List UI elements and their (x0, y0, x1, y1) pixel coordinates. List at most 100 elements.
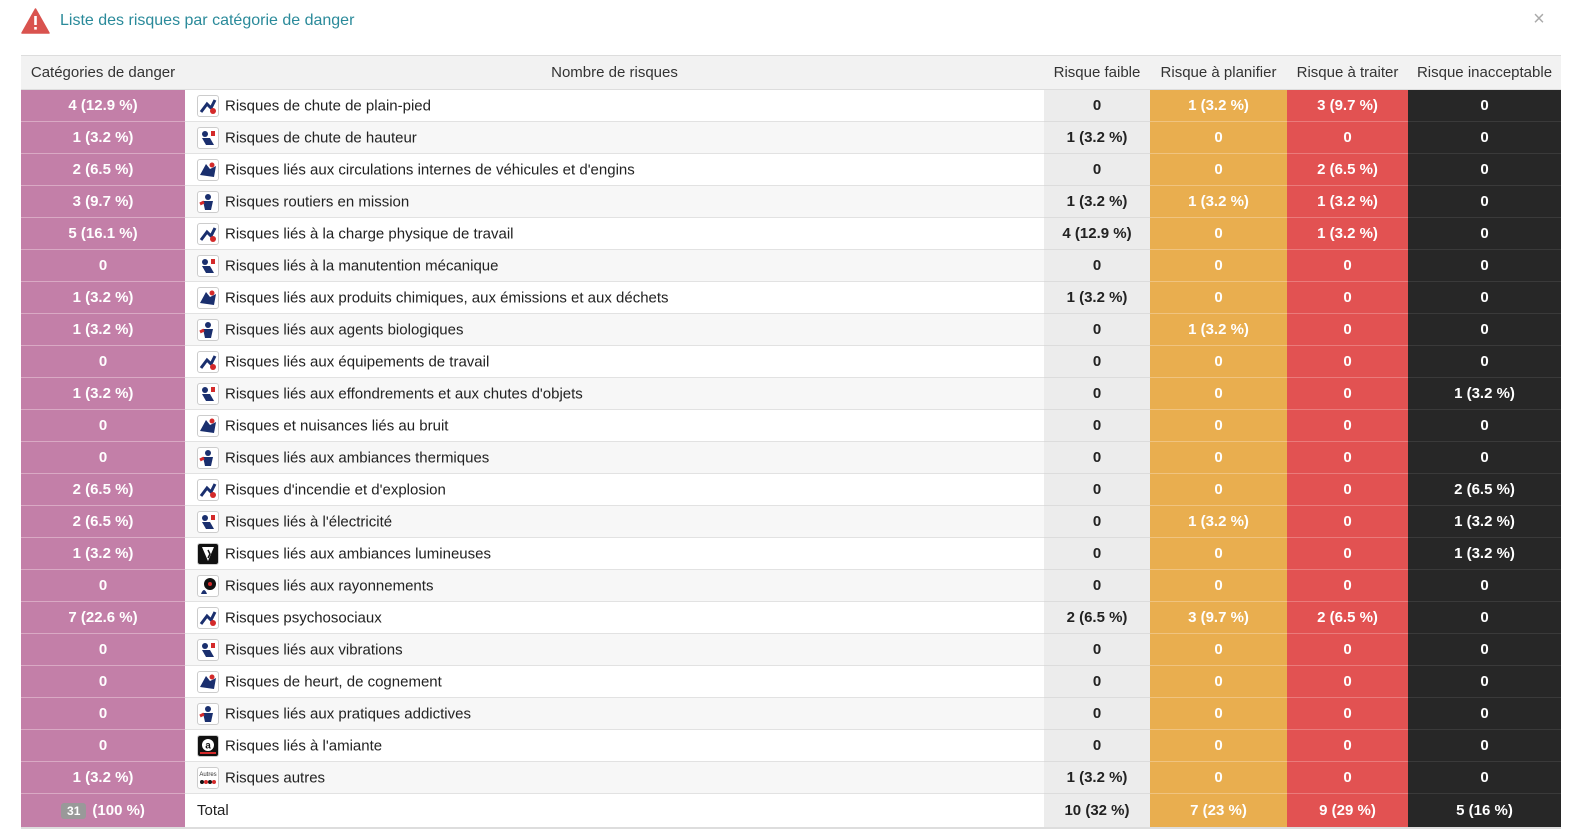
table-row[interactable]: 1 (3.2 %) Autres Risques autres 1 (3.2 %) 0 0… (21, 761, 1561, 794)
risk-low: 0 (1044, 89, 1150, 122)
table-row[interactable]: 2 (6.5 %) Risques liés aux circulations i… (21, 153, 1561, 186)
risk-unacceptable: 0 (1408, 249, 1561, 282)
risk-plan: 0 (1150, 537, 1287, 570)
column-header-treat[interactable]: Risque à traiter (1287, 55, 1408, 90)
risk-unacceptable: 1 (3.2 %) (1408, 377, 1561, 410)
risk-name: Risques liés aux produits chimiques, aux… (225, 289, 669, 306)
risk-name-cell[interactable]: Risques liés aux circulations internes d… (185, 153, 1044, 186)
risk-name-cell[interactable]: Risques routiers en mission (185, 185, 1044, 218)
risk-unacceptable: 0 (1408, 569, 1561, 602)
category-count: 0 (21, 569, 185, 602)
category-count: 7 (22.6 %) (21, 601, 185, 634)
category-count: 1 (3.2 %) (21, 121, 185, 154)
risk-name-cell[interactable]: Risques liés à l'électricité (185, 505, 1044, 538)
risk-low: 0 (1044, 249, 1150, 282)
risk-name-cell[interactable]: Risques liés aux pratiques addictives (185, 697, 1044, 730)
risk-plan: 0 (1150, 473, 1287, 506)
risk-treat: 0 (1287, 505, 1408, 538)
table-row[interactable]: 0 Risques de heurt, de cognement 0 0 0 0 (21, 665, 1561, 698)
table-row[interactable]: 1 (3.2 %) Risques liés aux produits chimi… (21, 281, 1561, 314)
category-count: 5 (16.1 %) (21, 217, 185, 250)
total-unacceptable: 5 (16 %) (1408, 793, 1561, 829)
column-header-categories[interactable]: Catégories de danger (21, 55, 185, 90)
table-row[interactable]: 0 Risques liés à la manutention mécanique… (21, 249, 1561, 282)
risk-name-cell[interactable]: Risques liés aux produits chimiques, aux… (185, 281, 1044, 314)
risk-unacceptable: 0 (1408, 761, 1561, 794)
risk-plan: 0 (1150, 281, 1287, 314)
physical-load-icon (197, 222, 219, 245)
category-count: 1 (3.2 %) (21, 761, 185, 794)
risk-name-cell[interactable]: Risques liés à la manutention mécanique (185, 249, 1044, 282)
table-row[interactable]: 0 a Risques liés à l'amiante 0 0 0 0 (21, 729, 1561, 762)
category-count: 2 (6.5 %) (21, 505, 185, 538)
risk-unacceptable: 0 (1408, 697, 1561, 730)
table-row[interactable]: 3 (9.7 %) Risques routiers en mission 1 (3… (21, 185, 1561, 218)
table-row[interactable]: 0 Risques liés aux équipements de travail… (21, 345, 1561, 378)
risk-name-cell[interactable]: Risques liés aux effondrements et aux ch… (185, 377, 1044, 410)
risk-name: Risques routiers en mission (225, 193, 410, 210)
risk-name-cell[interactable]: Risques de chute de plain-pied (185, 89, 1044, 122)
risk-treat: 0 (1287, 537, 1408, 570)
slip-fall-icon (197, 94, 219, 117)
risk-name: Risques liés aux agents biologiques (225, 321, 464, 338)
column-header-name[interactable]: Nombre de risques (185, 55, 1044, 90)
risk-name-cell[interactable]: Autres Risques autres (185, 761, 1044, 794)
risk-name-cell[interactable]: Risques de heurt, de cognement (185, 665, 1044, 698)
lighting-icon (197, 542, 219, 565)
risk-name: Risques de chute de hauteur (225, 129, 417, 146)
table-row[interactable]: 2 (6.5 %) Risques d'incendie et d'explosi… (21, 473, 1561, 506)
electricity-icon (197, 510, 219, 533)
risk-name-cell[interactable]: Risques liés aux équipements de travail (185, 345, 1044, 378)
risk-name-cell[interactable]: Risques liés à la charge physique de tra… (185, 217, 1044, 250)
risk-low: 0 (1044, 313, 1150, 346)
risk-name-cell[interactable]: Risques liés aux ambiances lumineuses (185, 537, 1044, 570)
risk-name-cell[interactable]: Risques et nuisances liés au bruit (185, 409, 1044, 442)
table-row[interactable]: 2 (6.5 %) Risques liés à l'électricité 0 1 … (21, 505, 1561, 538)
psychosocial-icon (197, 606, 219, 629)
risk-low: 0 (1044, 441, 1150, 474)
category-count: 0 (21, 697, 185, 730)
biological-agent-icon (197, 318, 219, 341)
column-header-plan[interactable]: Risque à planifier (1150, 55, 1287, 90)
risk-name-cell[interactable]: a Risques liés à l'amiante (185, 729, 1044, 762)
risk-name-cell[interactable]: Risques psychosociaux (185, 601, 1044, 634)
table-row[interactable]: 0 Risques liés aux pratiques addictives 0 0… (21, 697, 1561, 730)
radiation-icon (197, 574, 219, 597)
column-header-low[interactable]: Risque faible (1044, 55, 1150, 90)
category-count: 0 (21, 729, 185, 762)
table-row[interactable]: 1 (3.2 %) Risques liés aux effondrements … (21, 377, 1561, 410)
risk-name-cell[interactable]: Risques liés aux rayonnements (185, 569, 1044, 602)
risk-unacceptable: 0 (1408, 729, 1561, 762)
table-row[interactable]: 1 (3.2 %) Risques de chute de hauteur 1 (3… (21, 121, 1561, 154)
risk-name: Risques psychosociaux (225, 609, 382, 626)
risk-plan: 0 (1150, 633, 1287, 666)
risk-unacceptable: 1 (3.2 %) (1408, 505, 1561, 538)
risk-name-cell[interactable]: Risques d'incendie et d'explosion (185, 473, 1044, 506)
vibration-icon (197, 638, 219, 661)
category-count: 0 (21, 249, 185, 282)
column-header-unacceptable[interactable]: Risque inacceptable (1408, 55, 1561, 90)
risk-name-cell[interactable]: Risques liés aux ambiances thermiques (185, 441, 1044, 474)
risk-treat: 0 (1287, 761, 1408, 794)
table-row[interactable]: 5 (16.1 %) Risques liés à la charge physi… (21, 217, 1561, 250)
table-row[interactable]: 1 (3.2 %) Risques liés aux agents biologi… (21, 313, 1561, 346)
table-row[interactable]: 4 (12.9 %) Risques de chute de plain-pied… (21, 89, 1561, 122)
risk-name-cell[interactable]: Risques liés aux agents biologiques (185, 313, 1044, 346)
warning-icon (21, 8, 50, 34)
risk-name-cell[interactable]: Risques liés aux vibrations (185, 633, 1044, 666)
table-row[interactable]: 0 Risques liés aux ambiances thermiques 0 0… (21, 441, 1561, 474)
table-row[interactable]: 7 (22.6 %) Risques psychosociaux 2 (6.5 %)… (21, 601, 1561, 634)
total-label: Total (185, 793, 1044, 829)
risk-name-cell[interactable]: Risques de chute de hauteur (185, 121, 1044, 154)
table-row[interactable]: 0 Risques liés aux rayonnements 0 0 0 0 (21, 569, 1561, 602)
table-row[interactable]: 1 (3.2 %) Risques liés aux ambiances lumi… (21, 537, 1561, 570)
table-row[interactable]: 0 Risques et nuisances liés au bruit 0 0 0 0 (21, 409, 1561, 442)
risk-treat: 0 (1287, 281, 1408, 314)
fall-from-height-icon (197, 126, 219, 149)
risk-table: Catégories de danger Nombre de risques R… (21, 55, 1561, 829)
table-header-row: Catégories de danger Nombre de risques R… (21, 55, 1561, 90)
total-plan: 7 (23 %) (1150, 793, 1287, 829)
close-icon[interactable]: × (1528, 8, 1550, 30)
risk-name: Risques liés aux circulations internes d… (225, 161, 635, 178)
table-row[interactable]: 0 Risques liés aux vibrations 0 0 0 0 (21, 633, 1561, 666)
